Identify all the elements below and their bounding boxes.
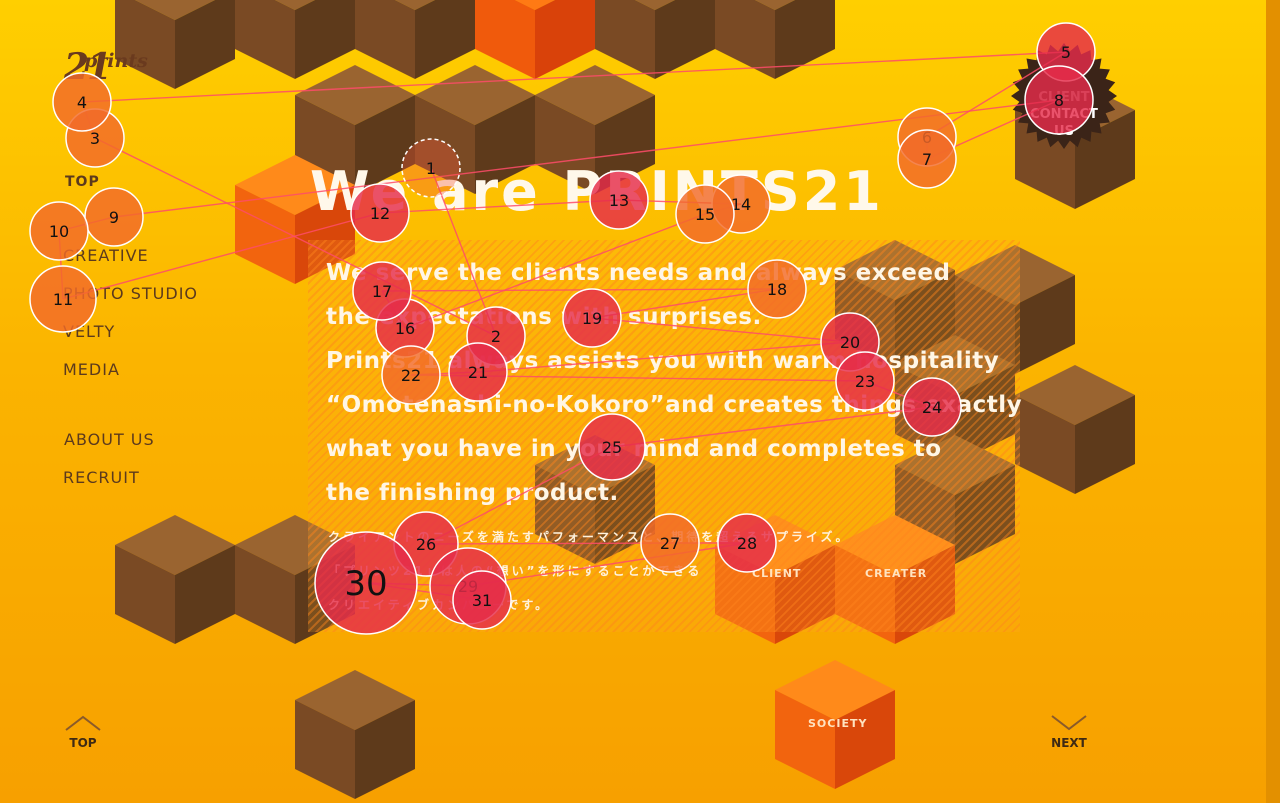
footer-next-button[interactable]: NEXT — [1043, 714, 1095, 750]
orange-cube — [475, 0, 595, 79]
brown-cube — [1015, 365, 1135, 494]
right-scroll-edge — [1266, 0, 1280, 803]
footer-next-label: NEXT — [1051, 736, 1087, 750]
nav-media-link[interactable]: MEDIA — [63, 360, 120, 379]
contact-badge-line: CLIENT — [1038, 90, 1090, 105]
brown-cube — [295, 670, 415, 799]
body-line: what you have in your mind and completes… — [326, 436, 942, 462]
footer-top-label: TOP — [69, 736, 97, 750]
hero-headline: We are PRINTS21 — [310, 160, 884, 223]
page-stage: 21 prints TOP CREATIVE PHOTO STUDIO VELT… — [0, 0, 1280, 803]
contact-badge-line: US — [1054, 124, 1074, 139]
nav-creative-link[interactable]: CREATIVE — [63, 246, 149, 265]
body-line: Prints21 always assists you with warm ho… — [326, 348, 1000, 374]
body-line: “Omotenashi-no-Kokoro”and creates things… — [326, 392, 1023, 418]
brown-cube — [595, 0, 715, 79]
body-line: the finishing product. — [326, 480, 619, 506]
nav-recruit-link[interactable]: RECRUIT — [63, 468, 140, 487]
body-line: the expectations with surprises. — [326, 304, 762, 330]
cube-label-society[interactable]: SOCIETY — [808, 717, 867, 730]
brown-cube — [355, 0, 475, 79]
logo-word: prints — [84, 50, 148, 72]
jp-line: クリエイティブカンパニーです。 — [328, 598, 551, 612]
nav-top-link[interactable]: TOP — [65, 174, 100, 190]
contact-us-button[interactable]: CLIENT CONTACT US — [1010, 89, 1118, 140]
brown-cube — [715, 0, 835, 79]
jp-line: クライアントのニーズを満たすパフォーマンスと、期待を超えるサプライズ。 — [328, 530, 851, 544]
hero-body: We serve the clients needs and always ex… — [326, 251, 1026, 515]
nav-photo-studio-link[interactable]: PHOTO STUDIO — [63, 284, 198, 303]
nav-velty-link[interactable]: VELTY — [63, 322, 115, 341]
brown-cube — [115, 515, 235, 644]
footer-top-button[interactable]: TOP — [58, 714, 108, 750]
chevron-down-icon — [1051, 715, 1087, 731]
nav-about-us-link[interactable]: ABOUT US — [64, 430, 155, 449]
cube-label-creater[interactable]: CREATER — [865, 567, 927, 580]
chevron-up-icon — [65, 715, 101, 731]
cube-label-client[interactable]: CLIENT — [752, 567, 801, 580]
contact-badge-line: CONTACT — [1030, 107, 1098, 122]
prints21-logo[interactable]: 21 prints — [62, 46, 148, 92]
brown-cube — [235, 0, 355, 79]
body-line: We serve the clients needs and always ex… — [326, 260, 951, 286]
